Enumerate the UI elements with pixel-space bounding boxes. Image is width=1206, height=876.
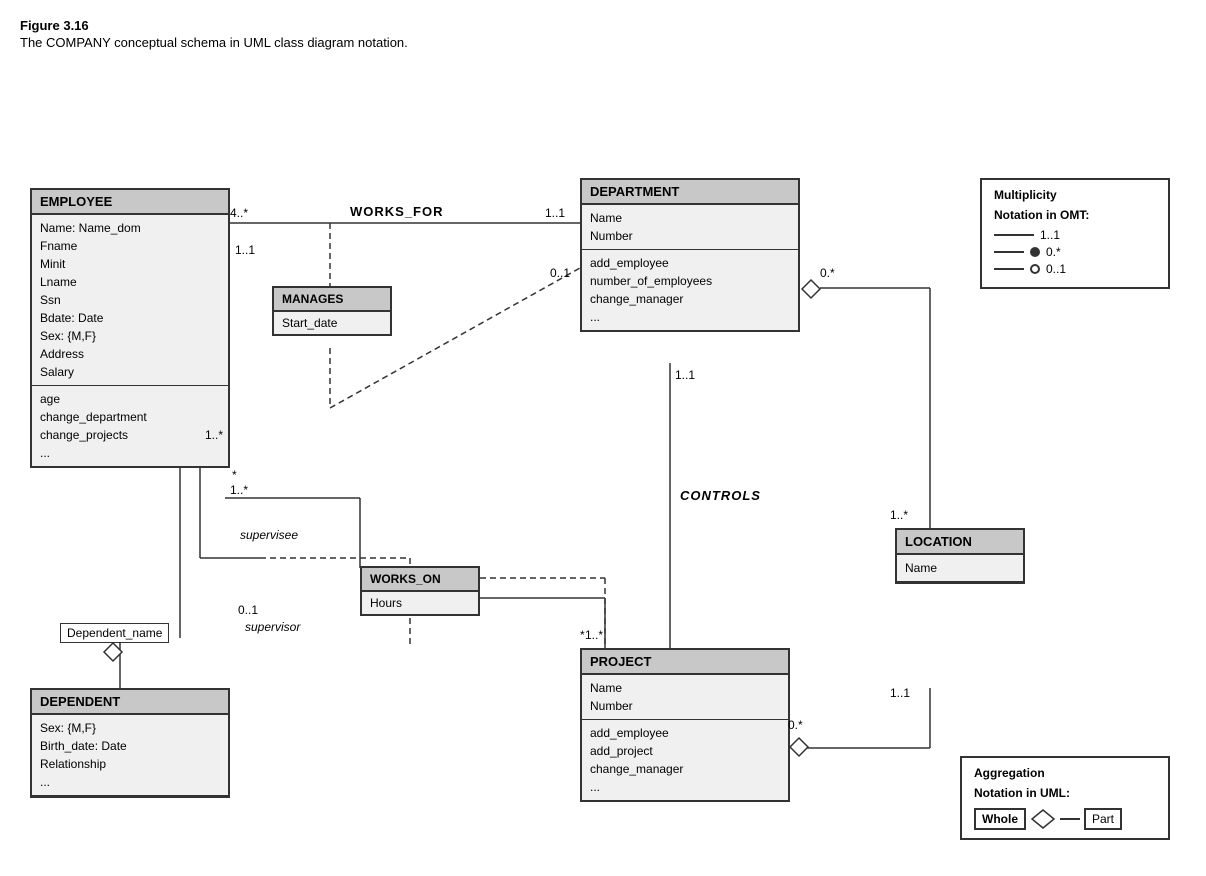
project-header: PROJECT: [582, 650, 788, 675]
notation-title2: Notation in OMT:: [994, 208, 1156, 222]
notation-row-2: 0.*: [994, 245, 1156, 259]
manages-header: MANAGES: [274, 288, 390, 312]
location-attrs: Name: [897, 555, 1023, 582]
works-for-emp-mult: 4..*: [230, 206, 248, 220]
employee-attrs: Name: Name_dom Fname Minit Lname Ssn Bda…: [32, 215, 228, 386]
department-methods: add_employee number_of_employees change_…: [582, 250, 798, 330]
agg-diamond-svg: [1030, 808, 1056, 830]
dependent-class: DEPENDENT Sex: {M,F} Birth_date: Date Re…: [30, 688, 230, 798]
location-dept-mult: 1..*: [890, 508, 908, 522]
dept-location-diamond-svg: [800, 278, 822, 300]
proj-controls-mult: 1..*: [585, 628, 603, 642]
department-class: DEPARTMENT Name Number add_employee numb…: [580, 178, 800, 332]
works-on-emp-mult: 1..*: [230, 483, 248, 497]
dept-location-mult: 0.*: [820, 266, 835, 280]
aggregation-notation-box: Aggregation Notation in UML: Whole Part: [960, 756, 1170, 840]
dependent-header: DEPENDENT: [32, 690, 228, 715]
employee-methods: age change_department change_projects ..…: [32, 386, 228, 466]
agg-title1: Aggregation: [974, 766, 1156, 780]
employee-header: EMPLOYEE: [32, 190, 228, 215]
diagram-area: EMPLOYEE Name: Name_dom Fname Minit Lnam…: [20, 68, 1180, 858]
supervisee-label: supervisee: [240, 528, 298, 542]
supervisor-emp-mult: 1..*: [205, 428, 223, 442]
location-proj-mult: 1..1: [890, 686, 910, 700]
notation-line-2: [994, 251, 1024, 253]
figure-caption: The COMPANY conceptual schema in UML cla…: [20, 35, 1186, 50]
location-class: LOCATION Name: [895, 528, 1025, 584]
works-on-proj-mult: *: [580, 628, 585, 642]
works-on-attrs: Hours: [362, 592, 478, 614]
notation-line-3: [994, 268, 1024, 270]
dependent-attrs: Sex: {M,F} Birth_date: Date Relationship…: [32, 715, 228, 796]
dept-controls-mult: 1..1: [675, 368, 695, 382]
dept-location-diamond: [800, 278, 822, 303]
agg-line: [1060, 818, 1080, 820]
proj-location-diamond-svg: [788, 736, 810, 758]
notation-line-1: [994, 234, 1034, 236]
project-methods: add_employee add_project change_manager …: [582, 720, 788, 800]
dependent-name-box: Dependent_name: [60, 623, 169, 643]
manages-dept-mult: 0..1: [550, 266, 570, 280]
notation-label-2: 0.*: [1046, 245, 1061, 259]
notation-label-3: 0..1: [1046, 262, 1066, 276]
filled-circle-icon: [1030, 247, 1040, 257]
project-class: PROJECT Name Number add_employee add_pro…: [580, 648, 790, 802]
dependent-diamond-svg: [102, 641, 124, 663]
proj-location-mult: 0.*: [788, 718, 803, 732]
works-for-dept-mult: 1..1: [545, 206, 565, 220]
works-on-box: WORKS_ON Hours: [360, 566, 480, 616]
works-on-header: WORKS_ON: [362, 568, 478, 592]
manages-emp-mult: 1..1: [235, 243, 255, 257]
works-for-label: WORKS_FOR: [350, 204, 444, 219]
supervisee-mult: *: [232, 468, 237, 482]
proj-location-diamond: [788, 736, 810, 761]
supervisor-mult: 0..1: [238, 603, 258, 617]
project-attrs: Name Number: [582, 675, 788, 720]
notation-row-1: 1..1: [994, 228, 1156, 242]
manages-attrs: Start_date: [274, 312, 390, 334]
multiplicity-notation-box: Multiplicity Notation in OMT: 1..1 0.* 0…: [980, 178, 1170, 289]
location-header: LOCATION: [897, 530, 1023, 555]
employee-class: EMPLOYEE Name: Name_dom Fname Minit Lnam…: [30, 188, 230, 468]
controls-label: CONTROLS: [680, 488, 761, 503]
figure-title: Figure 3.16: [20, 18, 1186, 33]
notation-title1: Multiplicity: [994, 188, 1156, 202]
agg-title2: Notation in UML:: [974, 786, 1156, 800]
department-attrs: Name Number: [582, 205, 798, 250]
notation-label-1: 1..1: [1040, 228, 1060, 242]
supervisor-label: supervisor: [245, 620, 300, 634]
agg-whole-label: Whole: [974, 808, 1026, 830]
department-header: DEPARTMENT: [582, 180, 798, 205]
agg-row: Whole Part: [974, 808, 1156, 830]
agg-part-label: Part: [1084, 808, 1122, 830]
notation-row-3: 0..1: [994, 262, 1156, 276]
manages-box: MANAGES Start_date: [272, 286, 392, 336]
dependent-diamond: [102, 641, 124, 666]
open-circle-icon: [1030, 264, 1040, 274]
